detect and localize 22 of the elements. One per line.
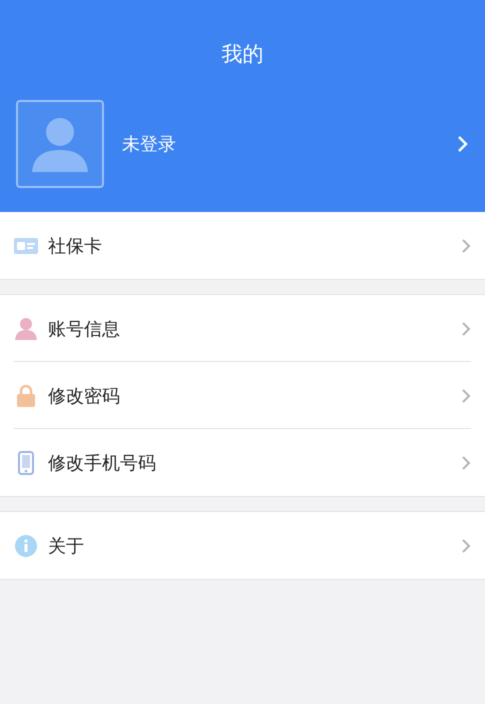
menu-label: 修改密码 <box>48 384 121 408</box>
info-icon <box>14 534 38 556</box>
chevron-right-icon[interactable] <box>457 135 469 153</box>
menu-label: 社保卡 <box>48 234 103 258</box>
menu-item[interactable]: 关于 <box>0 512 485 579</box>
lock-icon <box>14 384 38 406</box>
menu-item[interactable]: 社保卡 <box>0 212 485 279</box>
chevron-right-icon <box>461 454 471 470</box>
menu-label: 关于 <box>48 534 85 558</box>
menu-item[interactable]: 修改手机号码 <box>0 429 485 496</box>
menu-label: 账号信息 <box>48 318 121 340</box>
page-title: 我的 <box>220 41 264 68</box>
card-icon <box>14 236 38 256</box>
chevron-right-icon <box>461 388 471 404</box>
chevron-right-icon <box>461 538 471 554</box>
menu-label: 修改手机号码 <box>48 452 157 474</box>
menu-item[interactable]: 修改密码 <box>0 362 485 429</box>
menu-item[interactable]: 账号信息 <box>0 295 485 362</box>
person-icon <box>14 318 38 340</box>
chevron-right-icon <box>461 238 471 254</box>
login-status[interactable]: 未登录 <box>122 132 457 156</box>
chevron-right-icon <box>461 320 471 336</box>
